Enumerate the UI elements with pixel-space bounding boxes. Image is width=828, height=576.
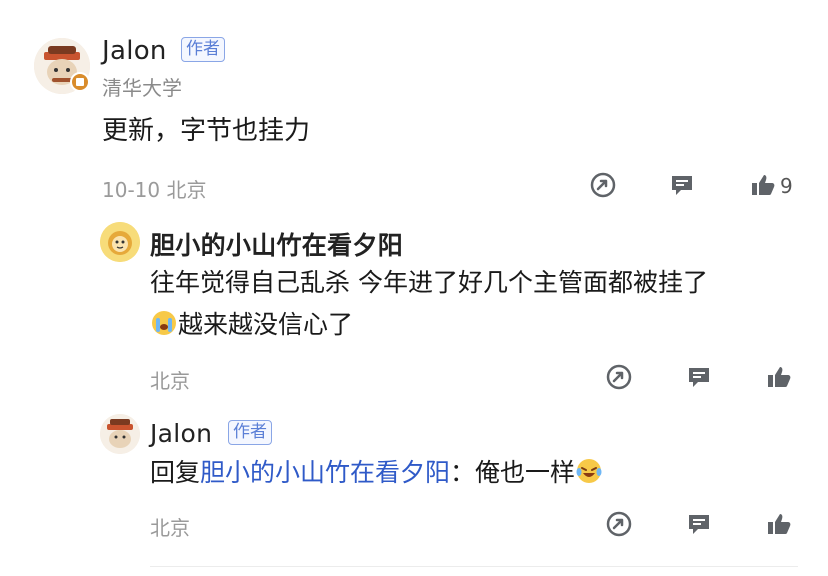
comment-button[interactable] [684,362,714,392]
share-button[interactable] [588,170,618,200]
reply-author-avatar[interactable] [100,222,140,262]
reply-prefix: 回复 [150,458,201,487]
comment-meta: 10-10 北京 [102,178,207,202]
reply-author-name[interactable]: Jalon [150,419,212,448]
author-name[interactable]: Jalon [102,36,167,66]
share-button[interactable] [604,509,634,539]
comment-icon [689,515,709,534]
author-badge: 作者 [228,420,272,445]
reply-body: 俺也一样 [475,458,576,487]
reply-meta: 北京 [150,369,190,393]
avatar-image-icon [100,414,140,454]
share-icon [590,172,616,198]
share-button[interactable] [604,362,634,392]
reply-text-line1: 往年觉得自己乱杀 今年进了好几个主管面都被挂了 [150,268,708,297]
like-count: 9 [780,174,793,198]
share-icon [606,364,632,390]
reply-author-name[interactable]: 胆小的小山竹在看夕阳 [150,226,403,262]
comment-icon [689,368,709,387]
like-button[interactable] [764,362,794,392]
reply-text-line2: 越来越没信心了 [150,304,353,346]
level-badge-icon [70,72,90,92]
thumbs-up-icon [768,514,791,534]
comment-icon [672,176,692,195]
author-badge: 作者 [181,37,225,62]
comment-text: 更新，字节也挂力 [102,116,311,146]
share-icon [606,511,632,537]
like-button[interactable] [748,170,778,200]
avatar-image-icon [100,222,140,262]
crying-emoji-icon [150,308,178,336]
reply-text-line2-text: 越来越没信心了 [178,310,354,339]
laughing-tears-emoji-icon [575,456,603,484]
bottom-divider [150,566,798,567]
author-school: 清华大学 [102,76,182,100]
like-button[interactable] [764,509,794,539]
thumbs-up-icon [768,367,791,387]
reply-target-link[interactable]: 胆小的小山竹在看夕阳 [200,458,450,487]
thumbs-up-icon [752,175,775,195]
comment-button[interactable] [667,170,697,200]
reply-meta: 北京 [150,516,190,540]
reply-text: 回复胆小的小山竹在看夕阳：俺也一样 [150,452,603,494]
reply-author-avatar[interactable] [100,414,140,454]
comment-button[interactable] [684,509,714,539]
reply-colon: ： [450,458,476,487]
